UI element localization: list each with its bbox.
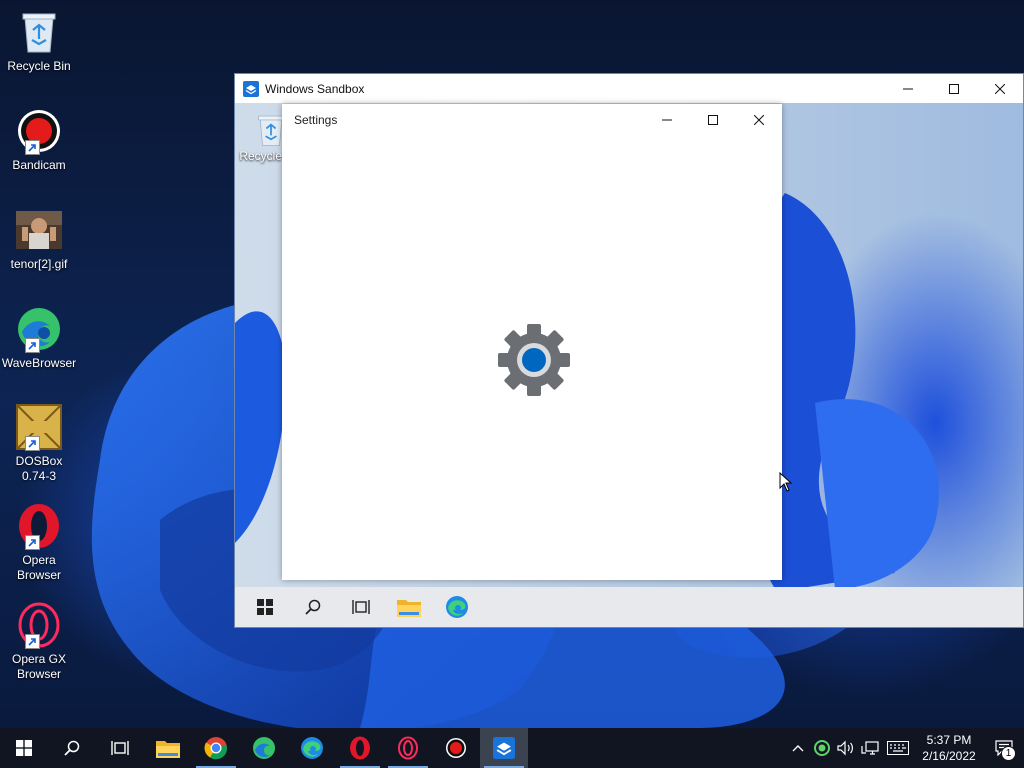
- edge-icon: [301, 737, 323, 759]
- bandicam-icon: [446, 738, 466, 758]
- start-icon: [16, 740, 32, 756]
- sandbox-close-button[interactable]: [977, 74, 1023, 103]
- close-icon: [995, 83, 1005, 94]
- taskbar-wavebrowser-button[interactable]: [240, 728, 288, 768]
- input-indicator-button[interactable]: [882, 728, 914, 768]
- edge-icon: [253, 737, 275, 759]
- taskbar-chrome-button[interactable]: [192, 728, 240, 768]
- opera-gx-icon: [398, 736, 418, 760]
- desktop-icon-label: tenor[2].gif: [10, 257, 68, 271]
- tray-app-button[interactable]: [810, 728, 834, 768]
- desktop-icon-bandicam[interactable]: Bandicam: [2, 107, 76, 173]
- sandbox-task-view-button[interactable]: [337, 587, 385, 627]
- search-icon: [305, 599, 321, 615]
- tray-app-icon: [814, 740, 830, 756]
- chrome-icon: [204, 737, 228, 760]
- settings-close-button[interactable]: [736, 104, 782, 136]
- desktop-icon-recycle-bin[interactable]: Recycle Bin: [2, 8, 76, 74]
- taskbar-task-view-button[interactable]: [96, 728, 144, 768]
- taskbar-opera-gx-button[interactable]: [384, 728, 432, 768]
- clock-date: 2/16/2022: [922, 749, 976, 763]
- settings-title: Settings: [294, 113, 338, 127]
- settings-caption-buttons: [644, 104, 782, 136]
- desktop-icon-label: DOSBox 0.74-3: [15, 454, 63, 483]
- sandbox-file-explorer-button[interactable]: [385, 587, 433, 627]
- sandbox-taskbar: [235, 587, 1023, 627]
- sandbox-search-button[interactable]: [289, 587, 337, 627]
- taskbar-search-button[interactable]: [48, 728, 96, 768]
- opera-icon: [15, 502, 63, 550]
- shortcut-arrow-icon: [25, 634, 40, 649]
- task-view-icon: [352, 600, 370, 614]
- settings-gear-icon: [498, 324, 570, 396]
- volume-icon: [837, 740, 853, 756]
- desktop-icon-label: WaveBrowser: [1, 356, 77, 370]
- taskbar-edge-button[interactable]: [288, 728, 336, 768]
- taskbar-file-explorer-button[interactable]: [144, 728, 192, 768]
- desktop-icon-label: Recycle Bin: [7, 59, 71, 73]
- maximize-icon: [949, 83, 959, 94]
- sandbox-caption-buttons: [885, 74, 1023, 103]
- opera-gx-icon: [15, 601, 63, 649]
- shortcut-arrow-icon: [25, 338, 40, 353]
- taskbar-windows-sandbox-button[interactable]: [480, 728, 528, 768]
- shortcut-arrow-icon: [25, 535, 40, 550]
- sandbox-edge-button[interactable]: [433, 587, 481, 627]
- volume-button[interactable]: [834, 728, 858, 768]
- edge-icon: [446, 596, 468, 618]
- shortcut-arrow-icon: [25, 436, 40, 451]
- start-icon: [257, 599, 273, 615]
- sandbox-title: Windows Sandbox: [265, 81, 365, 96]
- show-hidden-icons-button[interactable]: [786, 728, 810, 768]
- keyboard-icon: [887, 741, 909, 755]
- mouse-cursor-icon: [779, 472, 793, 492]
- settings-window[interactable]: Settings: [282, 104, 782, 580]
- settings-maximize-button[interactable]: [690, 104, 736, 136]
- opera-icon: [350, 736, 370, 760]
- desktop-icon-wavebrowser[interactable]: WaveBrowser: [2, 305, 76, 371]
- shortcut-arrow-icon: [25, 140, 40, 155]
- file-explorer-icon: [156, 741, 180, 758]
- file-explorer-icon: [397, 600, 421, 617]
- windows-sandbox-icon: [243, 80, 259, 97]
- taskbar-bandicam-button[interactable]: [432, 728, 480, 768]
- desktop-icon-label: Bandicam: [12, 158, 66, 172]
- taskbar: 5:37 PM 2/16/2022 1: [0, 728, 1024, 768]
- recycle-bin-icon: [15, 8, 63, 56]
- taskbar-opera-button[interactable]: [336, 728, 384, 768]
- clock-time: 5:37 PM: [926, 733, 972, 747]
- desktop-icon-opera-gx[interactable]: Opera GX Browser: [2, 601, 76, 682]
- gif-thumbnail-icon: [15, 206, 63, 254]
- minimize-icon: [662, 119, 672, 121]
- system-tray: 5:37 PM 2/16/2022 1: [786, 728, 1024, 768]
- settings-minimize-button[interactable]: [644, 104, 690, 136]
- desktop-icon-label: Opera Browser: [16, 553, 61, 582]
- sandbox-maximize-button[interactable]: [931, 74, 977, 103]
- minimize-icon: [903, 88, 913, 89]
- start-button[interactable]: [0, 728, 48, 768]
- wavebrowser-icon: [15, 305, 63, 353]
- close-icon: [754, 115, 764, 125]
- desktop-icon-tenor-gif[interactable]: tenor[2].gif: [2, 206, 76, 272]
- notification-count-badge: 1: [1001, 746, 1016, 761]
- network-icon: [861, 741, 879, 755]
- network-button[interactable]: [858, 728, 882, 768]
- desktop-icon-dosbox[interactable]: DOSBox 0.74-3: [2, 403, 76, 484]
- dosbox-icon: [15, 403, 63, 451]
- search-icon: [64, 740, 80, 756]
- bandicam-icon: [15, 107, 63, 155]
- desktop-icon-label: Opera GX Browser: [11, 652, 67, 681]
- windows-sandbox-icon: [493, 737, 515, 759]
- desktop-icon-opera[interactable]: Opera Browser: [2, 502, 76, 583]
- settings-splash: [496, 322, 572, 398]
- clock[interactable]: 5:37 PM 2/16/2022: [914, 732, 984, 764]
- task-view-icon: [111, 741, 129, 755]
- action-center-button[interactable]: 1: [984, 728, 1024, 768]
- sandbox-titlebar[interactable]: Windows Sandbox: [235, 74, 1023, 103]
- maximize-icon: [708, 115, 718, 125]
- sandbox-minimize-button[interactable]: [885, 74, 931, 103]
- chevron-up-icon: [792, 745, 804, 752]
- sandbox-start-button[interactable]: [241, 587, 289, 627]
